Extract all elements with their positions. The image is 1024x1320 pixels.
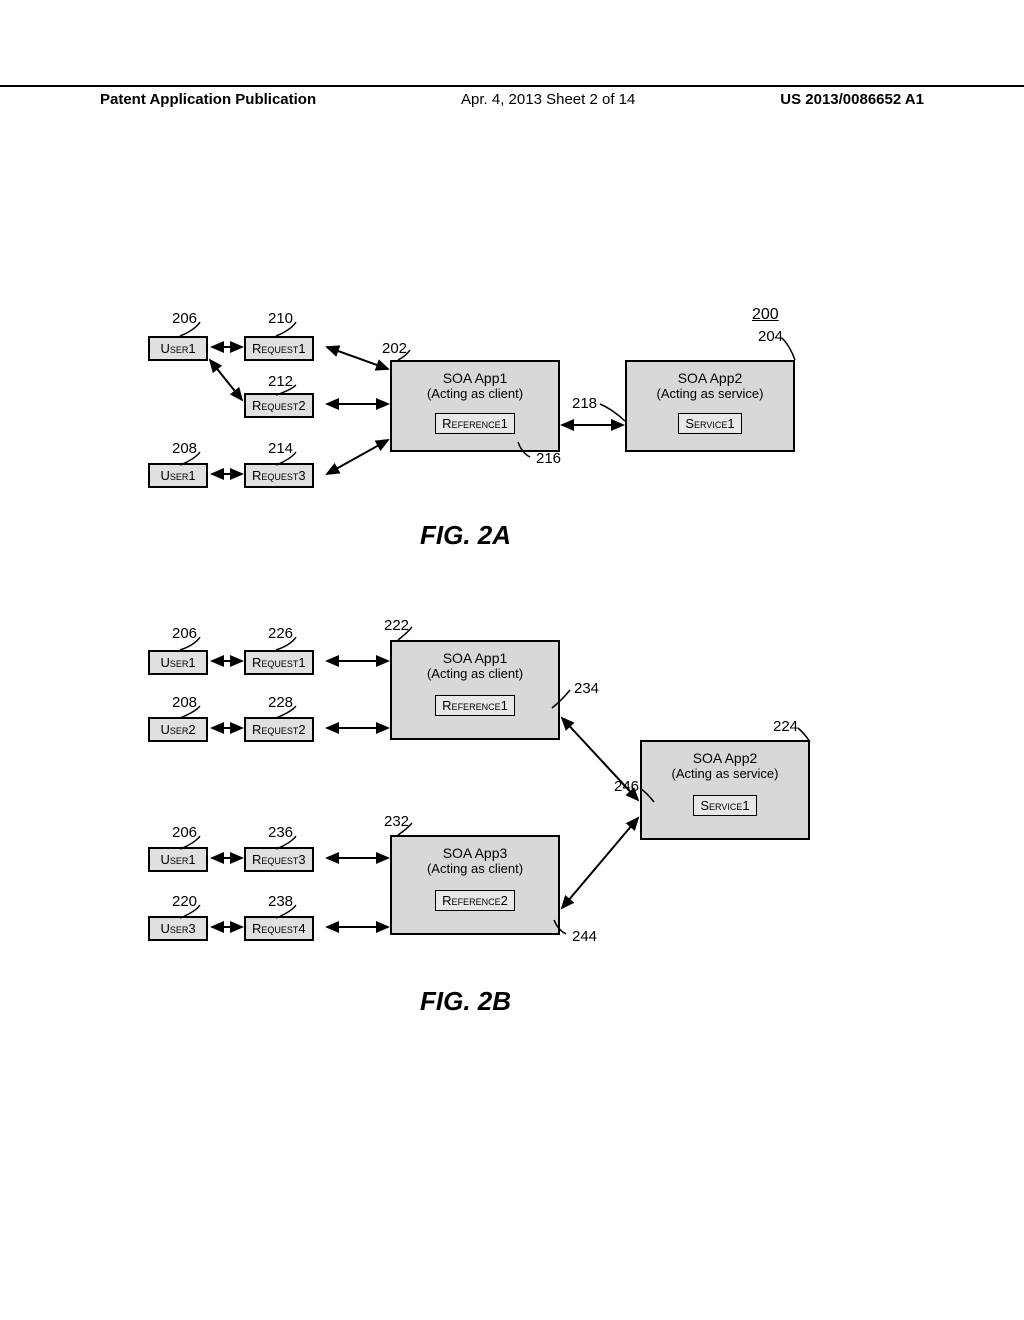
label-208: 208 <box>172 440 197 457</box>
text-b-req1: Request1 <box>252 655 306 670</box>
text-req3a: Request3 <box>252 468 306 483</box>
text-b-ref2: Reference2 <box>442 893 508 908</box>
label-232: 232 <box>384 813 409 830</box>
text-app1a-title: SOA App1 <box>398 370 552 386</box>
label-214: 214 <box>268 440 293 457</box>
text-b-app1-title: SOA App1 <box>398 650 552 666</box>
box-soa-app1a: SOA App1 (Acting as client) Reference1 <box>390 360 560 452</box>
box-reference1a: Reference1 <box>435 413 515 434</box>
label-236: 236 <box>268 824 293 841</box>
label-206c: 206 <box>172 824 197 841</box>
text-b-svc1: Service1 <box>700 798 749 813</box>
box-b-user1b: User1 <box>148 847 208 872</box>
label-210: 210 <box>268 310 293 327</box>
label-202: 202 <box>382 340 407 357</box>
text-app1a-sub: (Acting as client) <box>398 386 552 401</box>
label-246: 246 <box>614 778 639 795</box>
text-user1a: User1 <box>160 341 195 356</box>
box-b-request2: Request2 <box>244 717 314 742</box>
text-b-app1-sub: (Acting as client) <box>398 666 552 681</box>
label-226: 226 <box>268 625 293 642</box>
box-b-user3: User3 <box>148 916 208 941</box>
box-soa-app1b: SOA App1 (Acting as client) Reference1 <box>390 640 560 740</box>
box-service1a: Service1 <box>678 413 741 434</box>
box-b-request3: Request3 <box>244 847 314 872</box>
text-b-req2: Request2 <box>252 722 306 737</box>
box-soa-app2a: SOA App2 (Acting as service) Service1 <box>625 360 795 452</box>
diagram-area: 200 206 210 202 204 212 218 216 208 214 … <box>0 0 1024 1320</box>
text-b-user2: User2 <box>160 722 195 737</box>
box-request2a: Request2 <box>244 393 314 418</box>
box-b-request4: Request4 <box>244 916 314 941</box>
caption-fig2a: FIG. 2A <box>420 520 511 551</box>
box-request1a: Request1 <box>244 336 314 361</box>
label-220: 220 <box>172 893 197 910</box>
text-user1b: User1 <box>160 468 195 483</box>
label-208b: 208 <box>172 694 197 711</box>
text-app2a-sub: (Acting as service) <box>633 386 787 401</box>
label-244: 244 <box>572 928 597 945</box>
text-req2a: Request2 <box>252 398 306 413</box>
box-b-user1a: User1 <box>148 650 208 675</box>
label-224: 224 <box>773 718 798 735</box>
text-b-app2-title: SOA App2 <box>648 750 802 766</box>
label-222: 222 <box>384 617 409 634</box>
text-b-req3: Request3 <box>252 852 306 867</box>
text-req1a: Request1 <box>252 341 306 356</box>
ref-num-200: 200 <box>752 306 779 324</box>
text-b-user1a: User1 <box>160 655 195 670</box>
text-b-user3: User3 <box>160 921 195 936</box>
caption-fig2b: FIG. 2B <box>420 986 511 1017</box>
text-b-app2-sub: (Acting as service) <box>648 766 802 781</box>
text-b-user1b: User1 <box>160 852 195 867</box>
label-216: 216 <box>536 450 561 467</box>
box-user1a: User1 <box>148 336 208 361</box>
text-svc1a: Service1 <box>685 416 734 431</box>
label-238: 238 <box>268 893 293 910</box>
label-206a: 206 <box>172 310 197 327</box>
box-b-reference1: Reference1 <box>435 695 515 716</box>
box-soa-app3: SOA App3 (Acting as client) Reference2 <box>390 835 560 935</box>
box-b-request1: Request1 <box>244 650 314 675</box>
text-ref1a: Reference1 <box>442 416 508 431</box>
box-user1b: User1 <box>148 463 208 488</box>
label-212: 212 <box>268 373 293 390</box>
text-b-app3-sub: (Acting as client) <box>398 861 552 876</box>
label-204: 204 <box>758 328 783 345</box>
text-b-app3-title: SOA App3 <box>398 845 552 861</box>
label-228: 228 <box>268 694 293 711</box>
box-b-user2: User2 <box>148 717 208 742</box>
box-request3a: Request3 <box>244 463 314 488</box>
box-b-service1: Service1 <box>693 795 756 816</box>
box-soa-app2b: SOA App2 (Acting as service) Service1 <box>640 740 810 840</box>
label-206b: 206 <box>172 625 197 642</box>
label-234: 234 <box>574 680 599 697</box>
text-b-ref1: Reference1 <box>442 698 508 713</box>
label-218: 218 <box>572 395 597 412</box>
text-app2a-title: SOA App2 <box>633 370 787 386</box>
text-b-req4: Request4 <box>252 921 306 936</box>
box-b-reference2: Reference2 <box>435 890 515 911</box>
